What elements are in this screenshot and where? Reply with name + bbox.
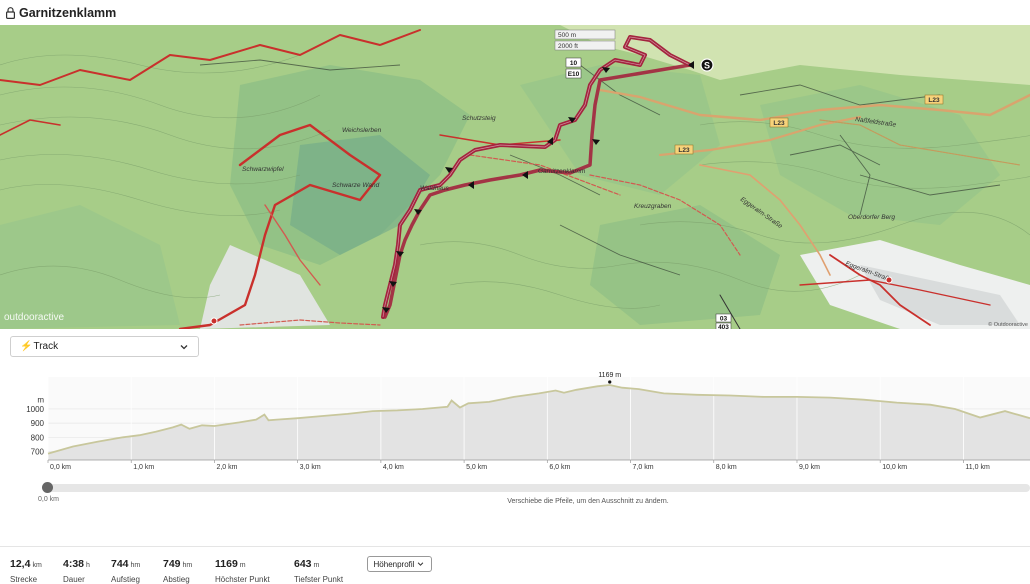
peak-marker xyxy=(608,380,612,384)
x-tick-label: 11,0 km xyxy=(965,464,990,471)
x-tick-label: 10,0 km xyxy=(882,464,907,471)
svg-text:Oberdorfer Berg: Oberdorfer Berg xyxy=(848,214,895,221)
range-slider-handle[interactable] xyxy=(42,482,53,493)
svg-text:500 m: 500 m xyxy=(558,32,576,39)
svg-text:Kreuzgraben: Kreuzgraben xyxy=(634,203,672,210)
route-icon: ⚡ xyxy=(20,341,33,352)
stat-lowest-point: 643 m Tiefster Punkt xyxy=(294,558,344,584)
map-canvas[interactable]: S 500 m 2000 ft 10 E10 L23 L23 L23 03 40… xyxy=(0,25,1030,329)
svg-text:L23: L23 xyxy=(928,97,940,104)
stat-descent: 749 hm Abstieg xyxy=(163,558,193,584)
svg-text:Garnitzenklamm: Garnitzenklamm xyxy=(538,168,586,175)
map-copyright: © Outdooractive xyxy=(988,321,1028,328)
x-tick-label: 8,0 km xyxy=(716,464,737,471)
stat-duration: 4:38 h Dauer xyxy=(63,558,90,584)
height-profile-button[interactable]: Höhenprofil xyxy=(367,556,432,572)
range-slider-track[interactable] xyxy=(47,484,1030,492)
y-tick-label: 900 xyxy=(31,419,45,428)
slider-hint: Verschiebe die Pfeile, um den Ausschnitt… xyxy=(507,498,669,505)
x-tick-label: 3,0 km xyxy=(300,464,321,471)
x-tick-label: 7,0 km xyxy=(633,464,654,471)
svg-text:2000 ft: 2000 ft xyxy=(558,43,578,50)
page-title: Garnitzenklamm xyxy=(19,5,117,20)
x-tick-label: 6,0 km xyxy=(549,464,570,471)
svg-text:Schwarzwipfel: Schwarzwipfel xyxy=(242,166,284,173)
x-tick-label: 2,0 km xyxy=(216,464,237,471)
stat-distance: 12,4 km Strecke xyxy=(10,558,42,584)
y-axis-label: m xyxy=(37,396,44,405)
elevation-chart[interactable]: 700 800 900 1000m 0,0 km 1,0 km 2,0 km 3,0 km 4,… xyxy=(0,365,1030,480)
map-watermark: outdooractive xyxy=(4,312,64,323)
x-tick-label: 0,0 km xyxy=(50,464,71,471)
track-select[interactable]: ⚡ Track xyxy=(10,336,199,357)
svg-text:Weichslerben: Weichslerben xyxy=(342,127,382,134)
svg-text:403: 403 xyxy=(718,324,729,329)
svg-text:L23: L23 xyxy=(678,147,690,154)
svg-text:Schutzsteig: Schutzsteig xyxy=(462,115,496,122)
svg-text:Schwarze Wand: Schwarze Wand xyxy=(332,182,380,189)
x-tick-label: 1,0 km xyxy=(133,464,154,471)
x-tick-label: 5,0 km xyxy=(466,464,487,471)
track-select-label: Track xyxy=(33,341,59,352)
svg-text:L23: L23 xyxy=(773,120,785,127)
lock-icon xyxy=(6,6,15,19)
y-tick-label: 700 xyxy=(31,447,45,456)
start-marker-label: S xyxy=(704,61,710,71)
x-tick-label: 9,0 km xyxy=(799,464,820,471)
chevron-down-icon xyxy=(180,345,188,350)
svg-text:03: 03 xyxy=(720,316,728,323)
x-tick-label: 4,0 km xyxy=(383,464,404,471)
svg-text:10: 10 xyxy=(570,60,578,67)
map-view[interactable]: S 500 m 2000 ft 10 E10 L23 L23 L23 03 40… xyxy=(0,25,1030,329)
y-tick-label: 800 xyxy=(31,433,45,442)
svg-text:Waldhaus: Waldhaus xyxy=(420,185,450,192)
elevation-profile[interactable]: 700 800 900 1000 m 0,0 km 1,0 km 2,0 km 3,0 km 4,… xyxy=(0,365,1030,480)
height-profile-label: Höhenprofil xyxy=(373,559,415,569)
page-header: Garnitzenklamm xyxy=(0,0,1030,25)
svg-text:E10: E10 xyxy=(568,71,580,78)
chevron-down-icon xyxy=(418,562,424,566)
stat-highest-point: 1169 m Höchster Punkt xyxy=(215,558,270,584)
stats-bar: 12,4 km Strecke 4:38 h Dauer 744 hm Aufstie… xyxy=(0,546,1030,584)
y-tick-label: 1000 xyxy=(26,405,44,414)
stat-ascent: 744 hm Aufstieg xyxy=(111,558,141,584)
peak-label: 1169 m xyxy=(598,372,621,379)
